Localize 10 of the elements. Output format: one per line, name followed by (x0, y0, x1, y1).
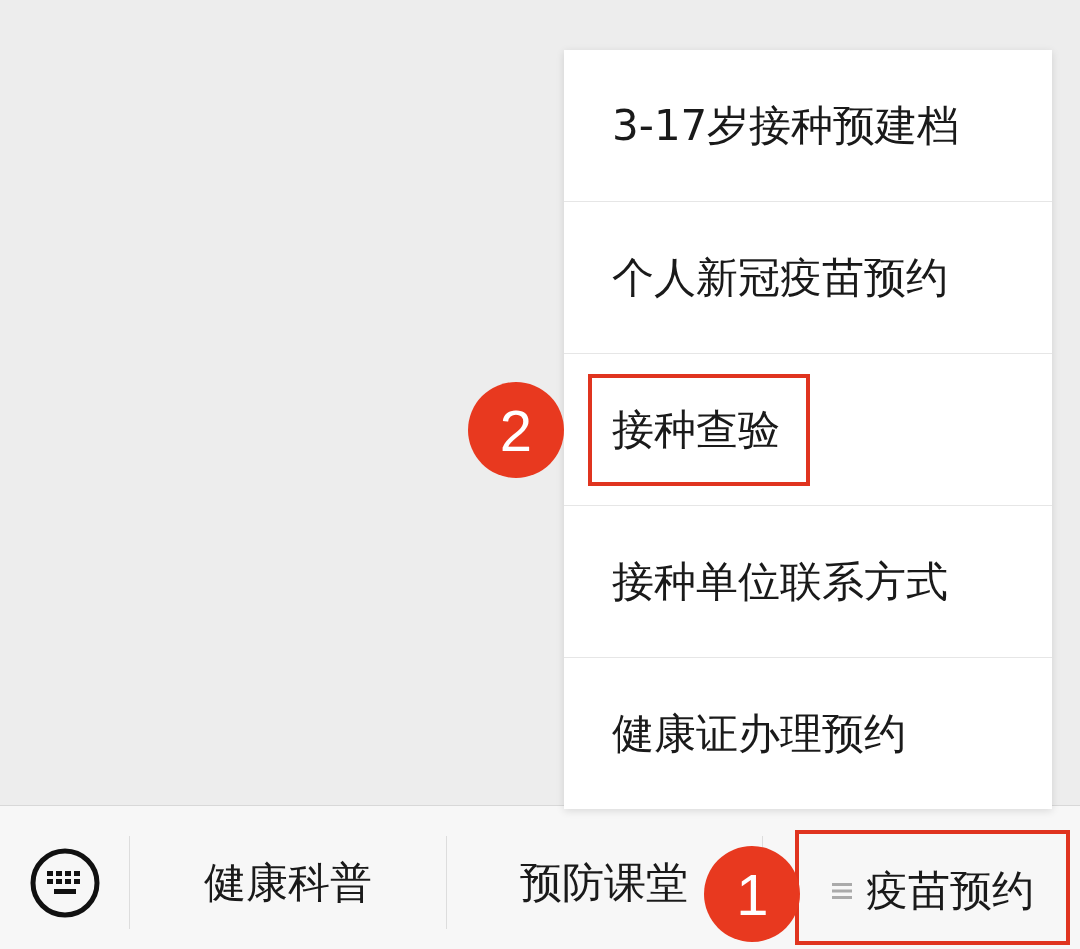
keyboard-icon[interactable] (28, 846, 101, 919)
menu-tab[interactable]: 健康科普 (199, 850, 376, 915)
step-badge: 2 (468, 382, 564, 478)
menu-tab[interactable]: 预防课堂 (516, 850, 693, 915)
menu-item[interactable]: 接种查验 (588, 373, 810, 486)
menu-item[interactable]: 3-17岁接种预建档 (588, 69, 990, 182)
step-badge: 1 (704, 846, 801, 942)
menu-item[interactable]: 个人新冠疫苗预约 (588, 221, 978, 334)
menu-item[interactable]: 健康证办理预约 (588, 677, 936, 790)
menu-item[interactable]: 接种单位联系方式 (588, 525, 978, 638)
